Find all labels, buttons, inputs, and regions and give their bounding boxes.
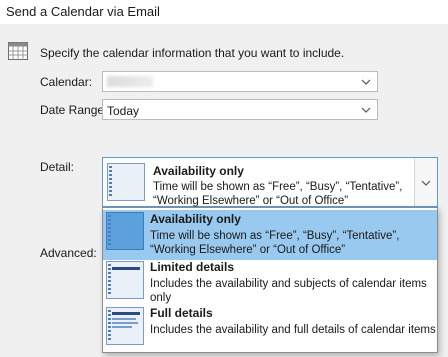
- detail-selected-title: Availability only: [153, 164, 244, 178]
- option-desc-line1: Time will be shown as “Free”, “Busy”, “T…: [150, 230, 400, 242]
- intro-text: Specify the calendar information that yo…: [40, 46, 345, 60]
- option-desc-line1: Includes the availability and full detai…: [150, 324, 436, 336]
- option-title: Full details: [150, 306, 213, 320]
- option-desc-line2: “Working Elsewhere” or “Out of Office”: [150, 244, 346, 256]
- chevron-down-icon: [421, 180, 431, 186]
- chevron-down-icon: [361, 107, 371, 113]
- availability-only-icon: [107, 163, 145, 201]
- title-bar: Send a Calendar via Email: [0, 0, 448, 24]
- detail-dropdown-list: Availability only Time will be shown as …: [102, 207, 438, 353]
- detail-selected-desc-line1: Time will be shown as “Free”, “Busy”, “T…: [153, 181, 403, 193]
- full-details-icon: [106, 307, 144, 345]
- detail-label: Detail:: [40, 160, 75, 174]
- option-desc-line1: Includes the availability and subjects o…: [150, 278, 427, 290]
- date-range-select[interactable]: Today: [102, 99, 378, 120]
- option-title: Limited details: [150, 260, 235, 274]
- availability-only-icon: [106, 212, 144, 250]
- advanced-label: Advanced:: [40, 246, 97, 260]
- window-title: Send a Calendar via Email: [6, 4, 160, 19]
- detail-dropdown-button[interactable]: [414, 158, 437, 206]
- detail-select[interactable]: Availability only Time will be shown as …: [102, 157, 438, 207]
- detail-option-availability-only[interactable]: Availability only Time will be shown as …: [103, 210, 437, 260]
- detail-option-limited-details[interactable]: Limited details Includes the availabilit…: [103, 260, 437, 306]
- send-calendar-dialog: Send a Calendar via Email Specify the ca…: [0, 0, 448, 357]
- detail-option-full-details[interactable]: Full details Includes the availability a…: [103, 306, 437, 350]
- calendar-value-redacted: [107, 76, 153, 87]
- limited-details-icon: [106, 261, 144, 299]
- option-title: Availability only: [150, 212, 241, 226]
- calendar-select[interactable]: [102, 71, 378, 92]
- option-desc-line2: only: [150, 292, 172, 304]
- date-range-value: Today: [107, 104, 140, 118]
- chevron-down-icon: [361, 79, 371, 85]
- date-range-label: Date Range:: [40, 103, 108, 117]
- calendar-label: Calendar:: [40, 75, 93, 89]
- calendar-grid-icon: [8, 42, 28, 60]
